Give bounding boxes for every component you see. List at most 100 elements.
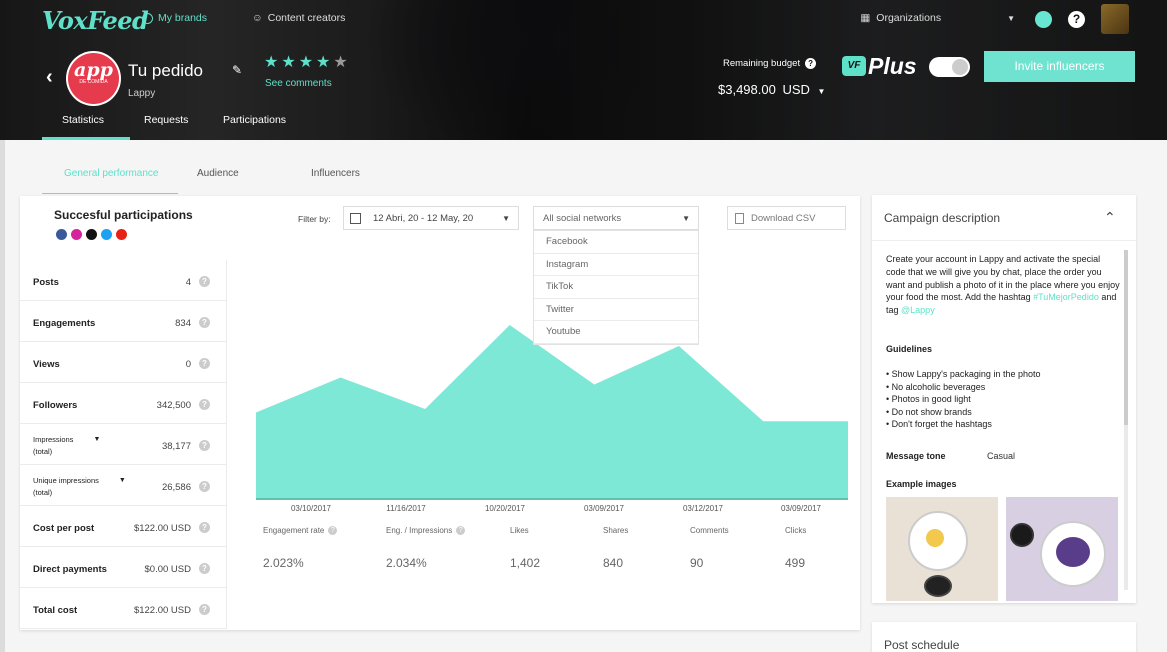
stat-row-posts: Posts 4 ?: [20, 260, 227, 301]
tab-influencers[interactable]: Influencers: [311, 168, 360, 194]
stat-value: $0.00 USD: [144, 564, 191, 575]
info-icon[interactable]: ?: [199, 317, 210, 328]
active-subtab-indicator: [42, 193, 178, 194]
info-icon[interactable]: ?: [199, 358, 210, 369]
social-network-menu: Facebook Instagram TikTok Twitter Youtub…: [533, 230, 699, 345]
invite-influencers-button[interactable]: Invite influencers: [984, 51, 1135, 82]
yolk-shape: [926, 529, 944, 547]
instagram-icon: [71, 229, 82, 240]
brand-logo: app DE COMIDA: [66, 51, 121, 106]
stat-label: Views: [33, 359, 60, 370]
chevron-down-icon: ▼: [817, 87, 826, 96]
social-icons: [56, 229, 127, 240]
help-icon[interactable]: ?: [1068, 11, 1085, 28]
see-comments-link[interactable]: See comments: [265, 78, 332, 89]
menu-item-facebook[interactable]: Facebook: [534, 231, 698, 254]
info-icon[interactable]: ?: [199, 563, 210, 574]
remaining-budget-value[interactable]: $3,498.00 USD ▼: [718, 82, 825, 97]
help-icon[interactable]: ?: [805, 58, 817, 69]
stat-value: 26,586: [161, 482, 191, 493]
back-arrow-icon[interactable]: ‹: [46, 66, 53, 89]
date-range-picker[interactable]: 12 Abri, 20 - 12 May, 20 ▼: [343, 206, 519, 230]
stat-row-total-cost: Total cost $122.00 USD ?: [20, 588, 227, 629]
menu-item-twitter[interactable]: Twitter: [534, 299, 698, 322]
nav-content-creators[interactable]: ☺ Content creators: [252, 12, 345, 24]
organizations-label: Organizations: [876, 12, 942, 24]
tab-general-performance[interactable]: General performance: [64, 168, 159, 194]
metric-value-likes: 1,402: [510, 556, 541, 570]
tab-participations[interactable]: Participations: [223, 114, 286, 126]
vf-plus-badge: VF: [842, 56, 866, 76]
stat-value: $122.00 USD: [133, 523, 191, 534]
stats-list: Posts 4 ? Engagements 834 ? Views 0 ? Fo…: [20, 260, 227, 629]
building-icon: ▦: [860, 12, 871, 24]
menu-item-tiktok[interactable]: TikTok: [534, 276, 698, 299]
metric-label-eng-impressions: Eng. / Impressions?: [386, 526, 466, 535]
info-icon[interactable]: ?: [199, 276, 210, 287]
x-tick-label: 10/20/2017: [484, 504, 526, 513]
metric-value-shares: 840: [603, 556, 624, 570]
metric-value-engagement-rate: 2.023%: [263, 556, 304, 570]
organizations-dropdown[interactable]: ▦ Organizations ▼: [860, 12, 1015, 24]
stat-label: Unique impressions ▼ (total): [33, 475, 126, 499]
caret-down-icon[interactable]: ▼: [119, 477, 126, 484]
info-icon[interactable]: ?: [199, 522, 210, 533]
user-avatar[interactable]: [1101, 4, 1129, 34]
message-tone-value: Casual: [987, 451, 1016, 461]
tab-requests[interactable]: Requests: [144, 114, 188, 126]
stat-row-unique-impressions[interactable]: Unique impressions ▼ (total) 26,586 ?: [20, 465, 227, 506]
budget-amount: $3,498.00: [718, 82, 776, 97]
active-tab-indicator: [42, 137, 130, 140]
facebook-icon: [56, 229, 67, 240]
tab-audience[interactable]: Audience: [197, 168, 239, 194]
hashtag-link[interactable]: #TuMejorPedido: [1033, 292, 1099, 302]
stat-row-followers: Followers 342,500 ?: [20, 383, 227, 424]
info-icon[interactable]: ?: [199, 399, 210, 410]
info-icon[interactable]: ?: [199, 440, 210, 451]
chevron-down-icon: ▼: [1007, 13, 1015, 23]
menu-item-instagram[interactable]: Instagram: [534, 254, 698, 277]
stat-row-views: Views 0 ?: [20, 342, 227, 383]
stat-row-cost-per-post: Cost per post $122.00 USD ?: [20, 506, 227, 547]
social-network-select[interactable]: All social networks ▼: [533, 206, 699, 230]
youtube-icon: [116, 229, 127, 240]
menu-item-youtube[interactable]: Youtube: [534, 321, 698, 344]
download-csv-label: Download CSV: [751, 212, 816, 224]
download-csv-button[interactable]: Download CSV: [727, 206, 846, 230]
guidelines-title: Guidelines: [886, 344, 933, 354]
stat-label-text: Impressions: [33, 435, 74, 444]
voxfeed-logo[interactable]: VoxFeed: [42, 6, 149, 35]
info-icon[interactable]: ?: [328, 526, 338, 535]
stat-label: Followers: [33, 400, 78, 411]
metric-label-text: Engagement rate: [263, 526, 325, 535]
edit-pencil-icon[interactable]: ✎: [232, 63, 242, 77]
caret-down-icon[interactable]: ▼: [93, 436, 100, 443]
stat-value: 834: [175, 318, 191, 329]
metric-label-engagement-rate: Engagement rate?: [263, 526, 338, 535]
chevron-down-icon: ▼: [682, 213, 690, 223]
tab-statistics[interactable]: Statistics: [62, 114, 104, 126]
nav-my-brands[interactable]: My brands: [142, 12, 207, 24]
chat-icon[interactable]: [1035, 11, 1052, 28]
star-empty-icon: ★: [333, 54, 351, 71]
stat-value: $122.00 USD: [133, 605, 191, 616]
info-icon[interactable]: ?: [199, 604, 210, 615]
campaign-description-text: Create your account in Lappy and activat…: [886, 253, 1122, 317]
mention-link[interactable]: @Lappy: [901, 305, 935, 315]
plus-toggle[interactable]: [929, 57, 970, 77]
stat-row-impressions[interactable]: Impressions ▼ (total) 38,177 ?: [20, 424, 227, 465]
x-tick-label: 03/09/2017: [583, 504, 625, 513]
stat-label: Impressions ▼ (total): [33, 434, 100, 458]
description-scrollbar[interactable]: [1124, 250, 1128, 590]
twitter-icon: [101, 229, 112, 240]
star-filled-icon: ★: [316, 54, 334, 71]
info-icon[interactable]: ?: [199, 481, 210, 492]
info-icon[interactable]: ?: [456, 526, 466, 535]
stat-label-text: Unique impressions: [33, 476, 99, 485]
chevron-up-icon[interactable]: ⌃: [1104, 209, 1116, 226]
star-filled-icon: ★: [281, 54, 299, 71]
example-image[interactable]: [886, 497, 998, 601]
star-filled-icon: ★: [298, 54, 317, 71]
example-image[interactable]: [1006, 497, 1118, 601]
globe-icon: [142, 12, 153, 24]
